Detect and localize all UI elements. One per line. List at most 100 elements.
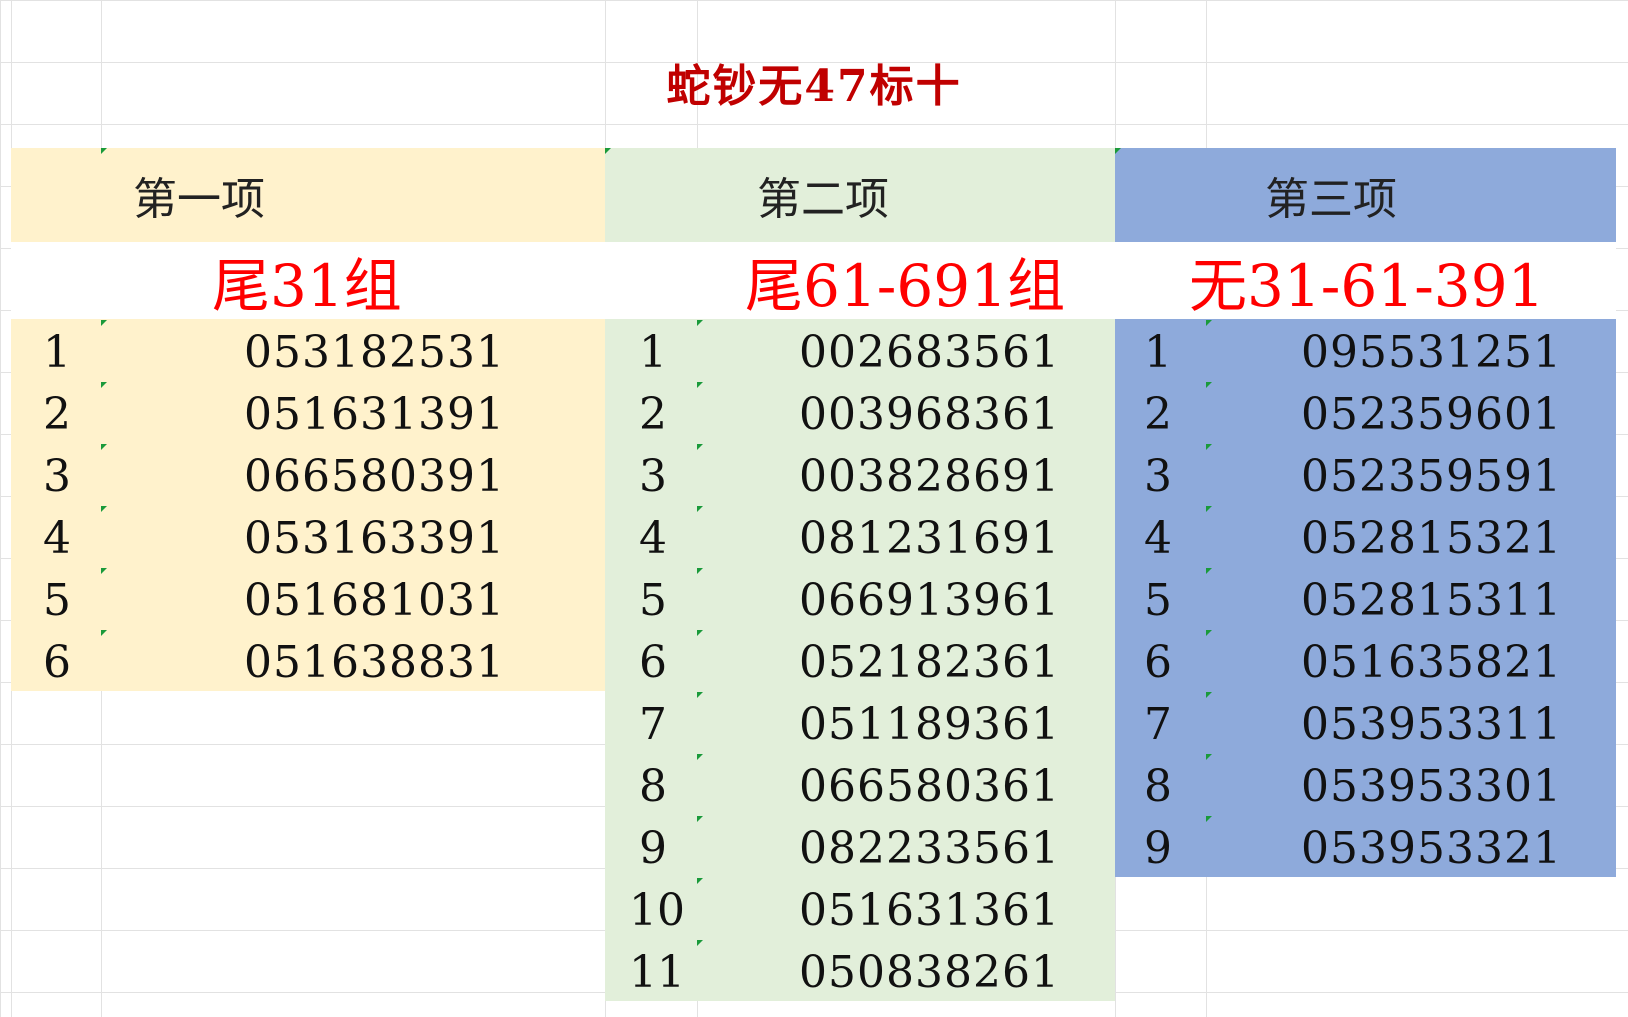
table-row[interactable]: 3 003828691 xyxy=(605,443,1115,505)
row-value: 051638831 xyxy=(244,637,505,688)
column-header-label: 第三项 xyxy=(1265,174,1397,225)
cell-note-marker xyxy=(697,692,703,698)
row-index: 7 xyxy=(1144,699,1172,750)
row-index: 10 xyxy=(629,885,685,936)
table-row[interactable]: 1 095531251 xyxy=(1115,319,1616,381)
column-subtitle[interactable]: 尾31组 xyxy=(11,242,605,320)
row-index: 3 xyxy=(639,451,667,502)
table-row[interactable]: 5 051681031 xyxy=(11,567,605,629)
row-value: 053163391 xyxy=(244,513,505,564)
cell-note-marker xyxy=(1206,382,1212,388)
table-row[interactable]: 3 052359591 xyxy=(1115,443,1616,505)
table-row[interactable]: 8 066580361 xyxy=(605,753,1115,815)
row-value: 051189361 xyxy=(799,699,1060,750)
row-value: 082233561 xyxy=(799,823,1060,874)
row-index: 11 xyxy=(629,947,685,998)
table-row[interactable]: 6 051635821 xyxy=(1115,629,1616,691)
row-value: 051631391 xyxy=(244,389,505,440)
row-index: 5 xyxy=(1144,575,1172,626)
table-row[interactable]: 7 053953311 xyxy=(1115,691,1616,753)
table-row[interactable]: 4 053163391 xyxy=(11,505,605,567)
row-value: 066913961 xyxy=(799,575,1060,626)
table-row[interactable]: 8 053953301 xyxy=(1115,753,1616,815)
cell-note-marker xyxy=(101,630,107,636)
column-subtitle-label: 尾61-691组 xyxy=(745,251,1066,320)
cell-note-marker xyxy=(101,568,107,574)
table-row[interactable]: 3 066580391 xyxy=(11,443,605,505)
page-title: 蛇钞无47标十 xyxy=(666,61,962,112)
row-value: 053182531 xyxy=(244,327,505,378)
cell-note-marker xyxy=(697,754,703,760)
table-row[interactable]: 6 052182361 xyxy=(605,629,1115,691)
cell-note-marker xyxy=(697,382,703,388)
cell-note-marker xyxy=(101,444,107,450)
table-row[interactable]: 1 053182531 xyxy=(11,319,605,381)
row-index: 4 xyxy=(1144,513,1172,564)
cell-note-marker xyxy=(101,320,107,326)
row-index: 8 xyxy=(639,761,667,812)
row-value: 053953311 xyxy=(1301,699,1562,750)
column-header-label: 第二项 xyxy=(757,174,889,225)
cell-note-marker xyxy=(1206,568,1212,574)
column-subtitle-label: 尾31组 xyxy=(212,251,402,320)
row-value: 095531251 xyxy=(1301,327,1562,378)
row-index: 1 xyxy=(639,327,667,378)
row-value: 052359601 xyxy=(1301,389,1562,440)
row-value: 003828691 xyxy=(799,451,1060,502)
row-index: 6 xyxy=(43,637,71,688)
column-header-label: 第一项 xyxy=(133,174,265,225)
row-index: 3 xyxy=(1144,451,1172,502)
column-header[interactable]: 第三项 xyxy=(1115,148,1616,242)
row-value: 052815321 xyxy=(1301,513,1562,564)
cell-note-marker xyxy=(697,878,703,884)
column-subtitle[interactable]: 无31-61-391 xyxy=(1115,242,1616,320)
table-row[interactable]: 7 051189361 xyxy=(605,691,1115,753)
row-index: 2 xyxy=(639,389,667,440)
cell-note-marker xyxy=(605,148,611,154)
row-index: 9 xyxy=(639,823,667,874)
table-row[interactable]: 9 053953321 xyxy=(1115,815,1616,877)
column-header[interactable]: 第二项 xyxy=(605,148,1115,242)
table-row[interactable]: 5 052815311 xyxy=(1115,567,1616,629)
cell-note-marker xyxy=(101,382,107,388)
cell-note-marker xyxy=(697,444,703,450)
row-index: 9 xyxy=(1144,823,1172,874)
row-value: 066580361 xyxy=(799,761,1060,812)
row-value: 003968361 xyxy=(799,389,1060,440)
table-row[interactable]: 4 052815321 xyxy=(1115,505,1616,567)
row-value: 052359591 xyxy=(1301,451,1562,502)
table-row[interactable]: 2 052359601 xyxy=(1115,381,1616,443)
row-index: 7 xyxy=(639,699,667,750)
cell-note-marker xyxy=(1206,506,1212,512)
table-row[interactable]: 2 003968361 xyxy=(605,381,1115,443)
table-row[interactable]: 2 051631391 xyxy=(11,381,605,443)
row-index: 6 xyxy=(1144,637,1172,688)
cell-note-marker xyxy=(697,506,703,512)
cell-note-marker xyxy=(1206,444,1212,450)
column-first: 第一项 尾31组 1 053182531 2 051631391 3 06658039… xyxy=(11,148,605,691)
row-value: 053953321 xyxy=(1301,823,1562,874)
row-index: 2 xyxy=(43,389,71,440)
row-index: 5 xyxy=(639,575,667,626)
cell-note-marker xyxy=(1206,630,1212,636)
row-index: 6 xyxy=(639,637,667,688)
row-value: 052182361 xyxy=(799,637,1060,688)
table-row[interactable]: 4 081231691 xyxy=(605,505,1115,567)
cell-note-marker xyxy=(697,630,703,636)
table-row[interactable]: 10 051631361 xyxy=(605,877,1115,939)
table-row[interactable]: 1 002683561 xyxy=(605,319,1115,381)
column-second: 第二项 尾61-691组 1 002683561 2 003968361 3 0038… xyxy=(605,148,1115,1001)
table-row[interactable]: 5 066913961 xyxy=(605,567,1115,629)
table-row[interactable]: 6 051638831 xyxy=(11,629,605,691)
table-row[interactable]: 11 050838261 xyxy=(605,939,1115,1001)
cell-note-marker xyxy=(697,816,703,822)
column-header[interactable]: 第一项 xyxy=(11,148,605,242)
column-rows: 1 002683561 2 003968361 3 003828691 4 081231… xyxy=(605,319,1115,1001)
row-index: 3 xyxy=(43,451,71,502)
cell-note-marker xyxy=(1115,148,1121,154)
column-subtitle[interactable]: 尾61-691组 xyxy=(605,242,1115,320)
row-index: 1 xyxy=(43,327,71,378)
row-value: 066580391 xyxy=(244,451,505,502)
cell-note-marker xyxy=(1206,692,1212,698)
table-row[interactable]: 9 082233561 xyxy=(605,815,1115,877)
